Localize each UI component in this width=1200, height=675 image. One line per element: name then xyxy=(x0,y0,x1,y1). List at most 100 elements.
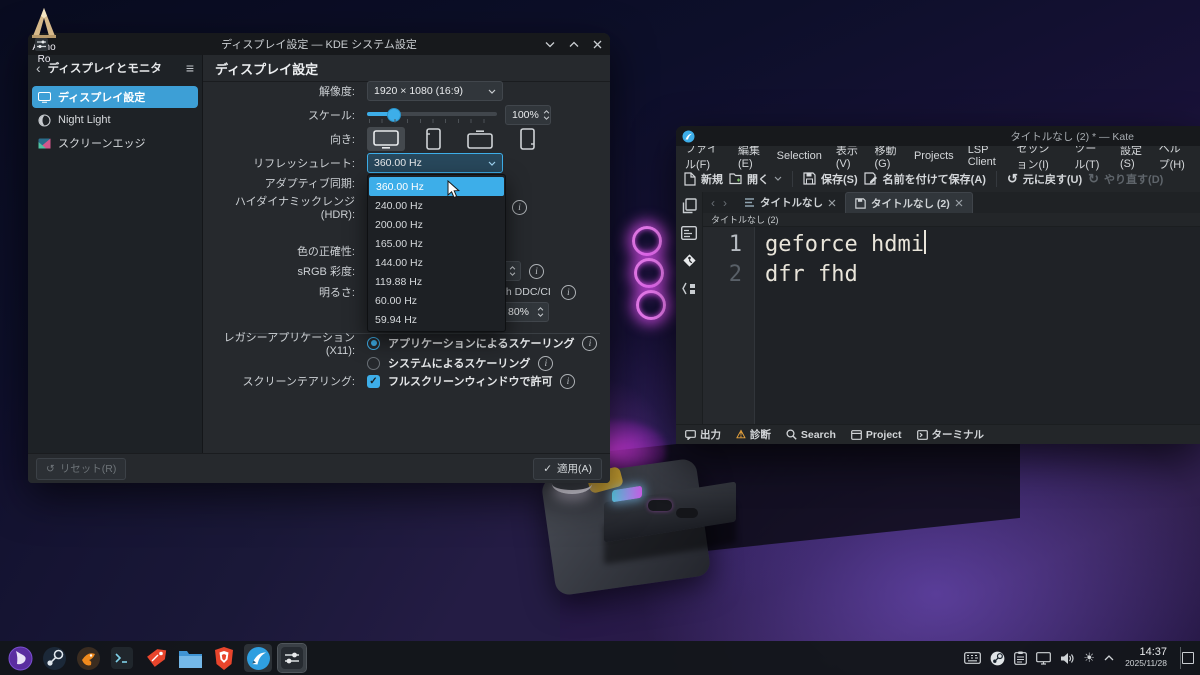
launcher-lutris[interactable] xyxy=(74,644,102,672)
launcher-steam[interactable] xyxy=(40,644,68,672)
orientation-flipped-portrait-button[interactable] xyxy=(508,127,546,151)
dropdown-option[interactable]: 200.00 Hz xyxy=(368,215,505,234)
spin-arrows-icon[interactable] xyxy=(537,307,544,317)
sidebar-item-night-light[interactable]: Night Light xyxy=(32,109,198,131)
tearing-checkbox[interactable]: ✓ xyxy=(367,375,380,388)
brightness-tray-icon[interactable]: ☀ xyxy=(1083,650,1095,666)
dropdown-option[interactable]: 59.94 Hz xyxy=(368,310,505,329)
close-icon[interactable] xyxy=(593,40,602,49)
clipboard-tray-icon[interactable] xyxy=(1014,651,1027,665)
launcher-dolphin[interactable] xyxy=(176,644,204,672)
tab-close-icon[interactable] xyxy=(828,199,836,207)
new-file-button[interactable]: 新規 xyxy=(684,171,723,187)
hdr-info-icon[interactable]: i xyxy=(512,200,527,215)
legacy-option1-info-icon[interactable]: i xyxy=(582,336,597,351)
volume-tray-icon[interactable] xyxy=(1060,652,1074,665)
anno-game-icon[interactable] xyxy=(27,6,61,40)
taskbar-systemsettings-window[interactable] xyxy=(278,644,306,672)
dropdown-option[interactable]: 60.00 Hz xyxy=(368,291,505,310)
save-as-button[interactable]: 名前を付けて保存(A) xyxy=(864,171,986,187)
launcher-brave[interactable] xyxy=(210,644,238,672)
sidebar-item-screen-edges[interactable]: スクリーンエッジ xyxy=(32,132,198,154)
diagnostics-panel-button[interactable]: ⚠ 診断 xyxy=(736,427,771,442)
tab-back-icon[interactable]: ‹ xyxy=(711,196,715,210)
display-tray-icon[interactable] xyxy=(1036,652,1051,665)
minimize-icon[interactable] xyxy=(545,41,555,48)
clock[interactable]: 14:37 2025/11/28 xyxy=(1125,647,1167,669)
search-panel-button[interactable]: Search xyxy=(786,429,836,441)
diagnostics-label: 診断 xyxy=(750,427,771,442)
breadcrumb-label: タイトルなし (2) xyxy=(711,213,779,226)
menu-lsp-client[interactable]: LSP Client xyxy=(968,144,1003,168)
keyboard-layout-tray-icon[interactable] xyxy=(964,652,981,664)
dropdown-option[interactable]: 360.00 Hz xyxy=(369,177,504,196)
save-icon xyxy=(803,172,816,185)
redo-button[interactable]: ↻ やり直す(D) xyxy=(1088,171,1163,187)
undo-button[interactable]: ↺ 元に戻す(U) xyxy=(1007,171,1082,187)
maximize-icon[interactable] xyxy=(569,41,579,48)
tab-untitled-2[interactable]: タイトルなし (2) xyxy=(845,192,973,213)
search-icon xyxy=(786,429,797,440)
desktop-shortcut[interactable]: Anno Ro xyxy=(14,6,74,66)
git-tool-icon[interactable] xyxy=(681,252,698,269)
code-text[interactable]: geforce hdmidfr fhd xyxy=(755,227,926,425)
hamburger-menu-icon[interactable]: ≡ xyxy=(186,60,194,76)
terminal-panel-button[interactable]: ターミナル xyxy=(917,427,985,442)
dropdown-option[interactable]: 144.00 Hz xyxy=(368,253,505,272)
show-desktop-button[interactable] xyxy=(1180,647,1194,669)
kate-titlebar[interactable]: タイトルなし (2) * — Kate xyxy=(676,126,1200,146)
editor-area[interactable]: 1 2 geforce hdmidfr fhd xyxy=(703,227,1200,425)
refresh-rate-dropdown: 360.00 Hz 240.00 Hz 200.00 Hz 165.00 Hz … xyxy=(367,174,506,332)
settings-titlebar[interactable]: ディスプレイ設定 — KDE システム設定 xyxy=(28,33,610,55)
redo-label: やり直す(D) xyxy=(1104,171,1163,187)
tab-forward-icon[interactable]: › xyxy=(723,196,727,210)
tray-expander-icon[interactable] xyxy=(1104,655,1114,661)
menu-selection[interactable]: Selection xyxy=(777,150,822,162)
refresh-rate-combobox[interactable]: 360.00 Hz xyxy=(367,153,503,173)
apply-button[interactable]: ✓ 適用(A) xyxy=(533,458,602,480)
taskbar-kate-window[interactable] xyxy=(244,644,272,672)
spin-arrows-icon[interactable] xyxy=(509,266,516,276)
undo-label: 元に戻す(U) xyxy=(1023,171,1082,187)
brightness-info-icon[interactable]: i xyxy=(561,285,576,300)
dropdown-option[interactable]: 119.88 Hz xyxy=(368,272,505,291)
resolution-combobox[interactable]: 1920 × 1080 (16:9) xyxy=(367,81,503,101)
menu-projects[interactable]: Projects xyxy=(914,150,954,162)
documents-tool-icon[interactable] xyxy=(682,198,697,214)
open-file-button[interactable]: 開く xyxy=(729,171,782,187)
tab-untitled[interactable]: タイトルなし xyxy=(735,192,845,213)
brightness-spinbox[interactable]: 80% xyxy=(501,302,549,322)
launcher-terminal[interactable] xyxy=(108,644,136,672)
spin-arrows-icon[interactable] xyxy=(543,110,550,120)
srgb-info-icon[interactable]: i xyxy=(529,264,544,279)
open-dropdown-chevron-icon[interactable] xyxy=(774,176,782,181)
output-panel-button[interactable]: 出力 xyxy=(685,427,721,442)
filesystem-tool-icon[interactable] xyxy=(681,226,697,240)
legacy-option2-info-icon[interactable]: i xyxy=(538,356,553,371)
scale-spinbox[interactable]: 100% xyxy=(505,105,551,125)
project-panel-button[interactable]: Project xyxy=(851,429,902,441)
night-light-icon xyxy=(38,114,51,127)
orientation-flipped-landscape-button[interactable] xyxy=(461,127,499,151)
breadcrumb[interactable]: タイトルなし (2) xyxy=(703,213,1200,227)
radio-apply-scaling-by-application[interactable] xyxy=(367,337,380,350)
orientation-portrait-button[interactable] xyxy=(414,127,452,151)
sidebar-item-display-configuration[interactable]: ディスプレイ設定 xyxy=(32,86,198,108)
launcher-protonplus[interactable] xyxy=(142,644,170,672)
save-button[interactable]: 保存(S) xyxy=(803,171,858,187)
steam-tray-icon[interactable] xyxy=(990,651,1005,666)
taskbar: ☀ 14:37 2025/11/28 xyxy=(0,641,1200,675)
symbols-tool-icon[interactable] xyxy=(682,281,697,296)
dropdown-option[interactable]: 240.00 Hz xyxy=(368,196,505,215)
brave-icon xyxy=(213,646,235,671)
radio-apply-scaling-by-system[interactable] xyxy=(367,357,380,370)
reset-button[interactable]: ↺ リセット(R) xyxy=(36,458,126,480)
tab-close-icon[interactable] xyxy=(955,199,963,207)
tearing-info-icon[interactable]: i xyxy=(560,374,575,389)
kate-window-title: タイトルなし (2) * — Kate xyxy=(676,129,1200,144)
wallpaper-gamepad-2 xyxy=(676,508,698,518)
scale-slider[interactable] xyxy=(367,108,497,122)
orientation-landscape-button[interactable] xyxy=(367,127,405,151)
dropdown-option[interactable]: 165.00 Hz xyxy=(368,234,505,253)
launcher-bazzite[interactable] xyxy=(6,644,34,672)
